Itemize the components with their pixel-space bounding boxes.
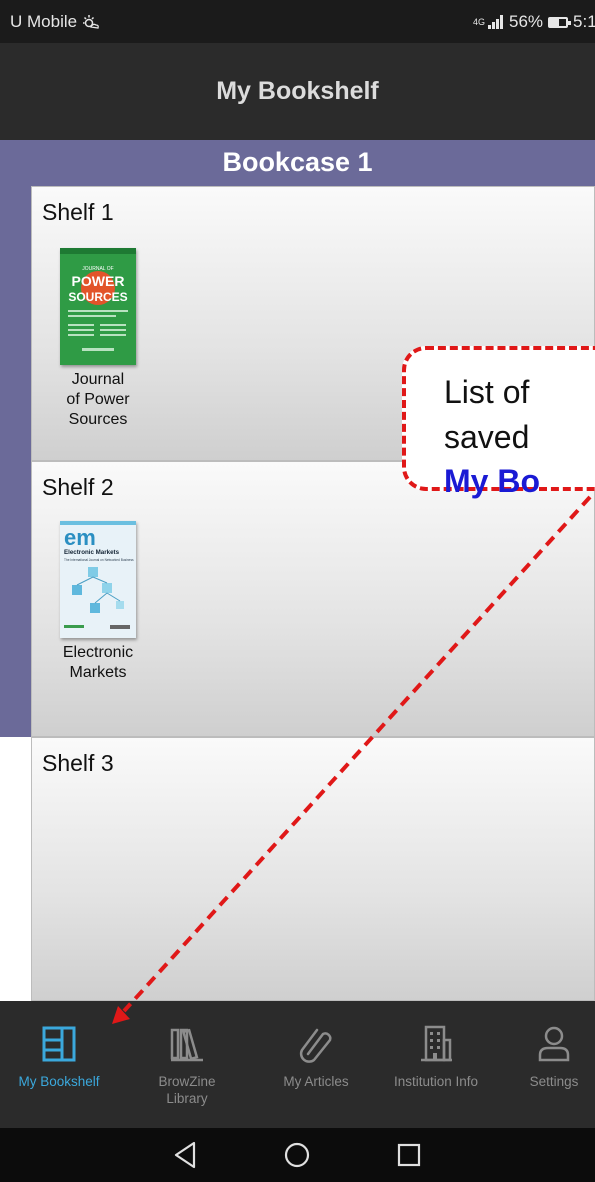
library-icon [170, 1028, 203, 1062]
tab-my-articles[interactable]: My Articles [266, 1001, 366, 1128]
tab-label: Settings [529, 1074, 579, 1089]
app-screen: U Mobile 4G 56% 5:12 pm My Book [0, 0, 595, 1182]
person-icon [538, 1026, 570, 1062]
cover-subtitle: The International Journal on Networked B… [64, 558, 134, 562]
status-bar: U Mobile 4G 56% 5:12 pm [0, 0, 595, 43]
book-electronic-markets[interactable]: em Electronic Markets The International … [52, 521, 144, 683]
tab-browzine-library[interactable]: BrowZine Library [148, 1001, 226, 1128]
tab-settings[interactable]: Settings [515, 1001, 593, 1128]
cover-word-2: SOURCES [68, 290, 127, 304]
tab-label: My Bookshelf [18, 1074, 100, 1089]
battery-icon [548, 16, 572, 28]
book-title-line: Sources [68, 411, 128, 428]
shelf-3: Shelf 3 [31, 737, 595, 1001]
building-icon [421, 1025, 452, 1062]
page-title: My Bookshelf [216, 77, 379, 105]
electronic-markets-cover-art: em Electronic Markets The International … [60, 521, 136, 638]
book-title[interactable]: Journal of Power Sources [52, 370, 144, 430]
shelf-label: Shelf 3 [42, 750, 114, 776]
system-navigation-bar [0, 1128, 595, 1182]
callout-highlight: My Bo [444, 463, 540, 499]
book-title-line: Journal [71, 371, 125, 388]
recents-icon[interactable] [393, 1139, 425, 1171]
power-sources-cover-art: JOURNAL OF POWER SOURCES [60, 248, 136, 351]
weather-icon [83, 15, 99, 29]
bookshelf-icon [42, 1026, 76, 1062]
book-title-line: Electronic [62, 644, 134, 661]
bottom-navigation: My Bookshelf BrowZine Library My Article… [0, 1001, 595, 1128]
bookcase-title: Bookcase 1 [222, 147, 373, 177]
book-cover[interactable]: JOURNAL OF POWER SOURCES [60, 248, 136, 365]
back-icon[interactable] [170, 1139, 202, 1171]
book-title-line: Markets [69, 664, 127, 681]
book-title-line: of Power [66, 391, 130, 408]
app-bar: My Bookshelf [0, 43, 595, 140]
tab-label: BrowZine Library [158, 1074, 216, 1106]
cover-logo: em [64, 525, 96, 550]
book-title[interactable]: Electronic Markets [52, 643, 144, 683]
battery-percent: 56% [509, 12, 544, 31]
paperclip-icon [299, 1028, 332, 1063]
signal-icon [488, 15, 504, 29]
tab-institution-info[interactable]: Institution Info [376, 1001, 496, 1128]
network-type: 4G [473, 16, 486, 27]
tab-label: My Articles [283, 1074, 349, 1089]
shelf-label: Shelf 2 [42, 474, 114, 500]
annotation-callout: List of saved My Bo [402, 346, 595, 499]
tab-my-bookshelf[interactable]: My Bookshelf [0, 1001, 118, 1128]
book-cover[interactable]: em Electronic Markets The International … [60, 521, 136, 638]
cover-small-text: JOURNAL OF [82, 266, 113, 272]
cover-journal-name: Electronic Markets [64, 549, 120, 556]
callout-line: saved [444, 419, 530, 455]
battery-level [550, 18, 559, 26]
callout-line: List of [444, 374, 530, 410]
status-right: 4G 56% 5:12 pm [473, 12, 595, 32]
book-journal-of-power-sources[interactable]: JOURNAL OF POWER SOURCES Journal of Powe… [52, 248, 144, 430]
shelf-label: Shelf 1 [42, 199, 114, 225]
tab-label: Institution Info [393, 1074, 479, 1089]
carrier-name: U Mobile [10, 12, 78, 31]
home-icon[interactable] [281, 1139, 313, 1171]
status-left: U Mobile [10, 12, 100, 32]
shelf-2: Shelf 2 em Electronic Markets The Intern… [31, 461, 595, 737]
clock: 5:12 pm [573, 12, 595, 31]
cover-word-1: POWER [72, 273, 125, 289]
